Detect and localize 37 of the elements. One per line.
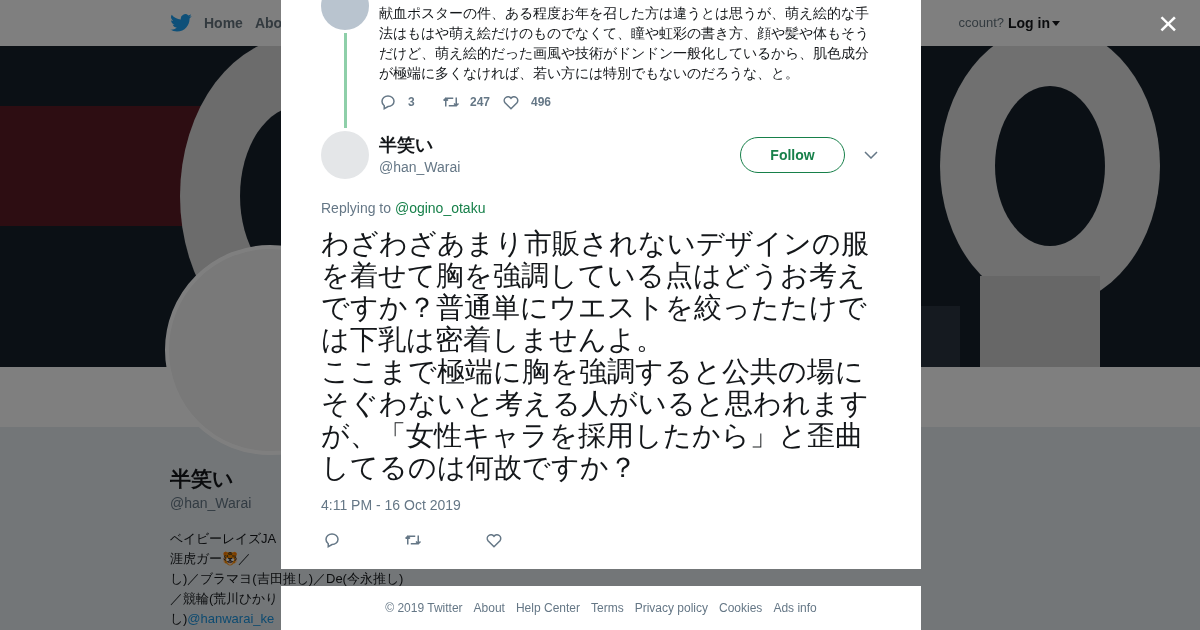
chevron-down-icon[interactable] [864,151,878,159]
user-name[interactable]: 半笑い [379,133,461,157]
tweet-text: が、「女性キャラを採用したから」と歪曲してるのは何故ですか？ [321,420,864,484]
footer-link[interactable]: Help Center [515,599,580,617]
bio-line: し)／ブラマヨ(吉田推し)／De(今永推し) [170,570,404,588]
close-button[interactable]: × [1158,6,1178,40]
heart-icon[interactable] [502,93,520,111]
footer-link[interactable]: About [473,599,505,617]
retweet-count: 247 [470,94,492,111]
footer-link[interactable]: Terms [591,599,624,617]
tweet-text: 献血ポスターの件、ある程度お年を召した方は違うとは思うが、萌え絵的な手法はもはや萌え絵だけのものでなくて、瞳や虹彩の書き方、顔や髪や体もそうだけど、萌え絵的だった画風や技術がドンドン一般化しているから、肌色成分が極端に多くなければ、若い方には特別でもないのだろうな、と。 [379,4,870,83]
tweet-text: ここまで極端に胸を強調すると公共の場にそぐわないと考える人がいると思われます [321,356,870,420]
bio-line: し) [170,610,188,628]
mention-link[interactable]: @ogino_otaku [394,200,486,216]
bio-line: 涯虎ガー🐯／ [170,550,251,568]
like-count: 496 [531,94,552,111]
footer-link[interactable]: Privacy policy [634,599,708,617]
footer-link[interactable]: © 2019 Twitter [385,599,463,617]
bio-line: ベイビーレイズJA [170,530,277,548]
timestamp[interactable]: 4:11 PM - 16 Oct 2019 [321,495,881,516]
profile-name: 半笑い [170,466,234,492]
login-button[interactable]: Log in [1008,12,1060,34]
reply-icon[interactable] [323,531,341,549]
nav-link[interactable]: Home [204,12,243,34]
bio-line: ／競輪(荒川ひかり [170,590,279,608]
user-handle[interactable]: @han_Warai [379,157,461,177]
tweet-text: わざわざあまり市販されないデザインの服を着せて胸を強調している点はどうお考えですか？普通単にウエストを絞ったたけでは下乳は密着しませんよ。 [321,228,870,356]
reply-count: 3 [408,94,416,111]
caret-icon [1052,20,1060,26]
replying-label: Replying to [321,200,392,216]
reply-icon[interactable] [379,93,397,111]
heart-icon[interactable] [485,531,503,549]
footer-link[interactable]: Ads info [773,599,817,617]
footer-link[interactable]: Cookies [719,599,763,617]
account-prompt: ccount? [958,14,1004,33]
profile-handle: @han_Warai [170,494,252,513]
nav-link[interactable]: Abo [254,12,283,34]
